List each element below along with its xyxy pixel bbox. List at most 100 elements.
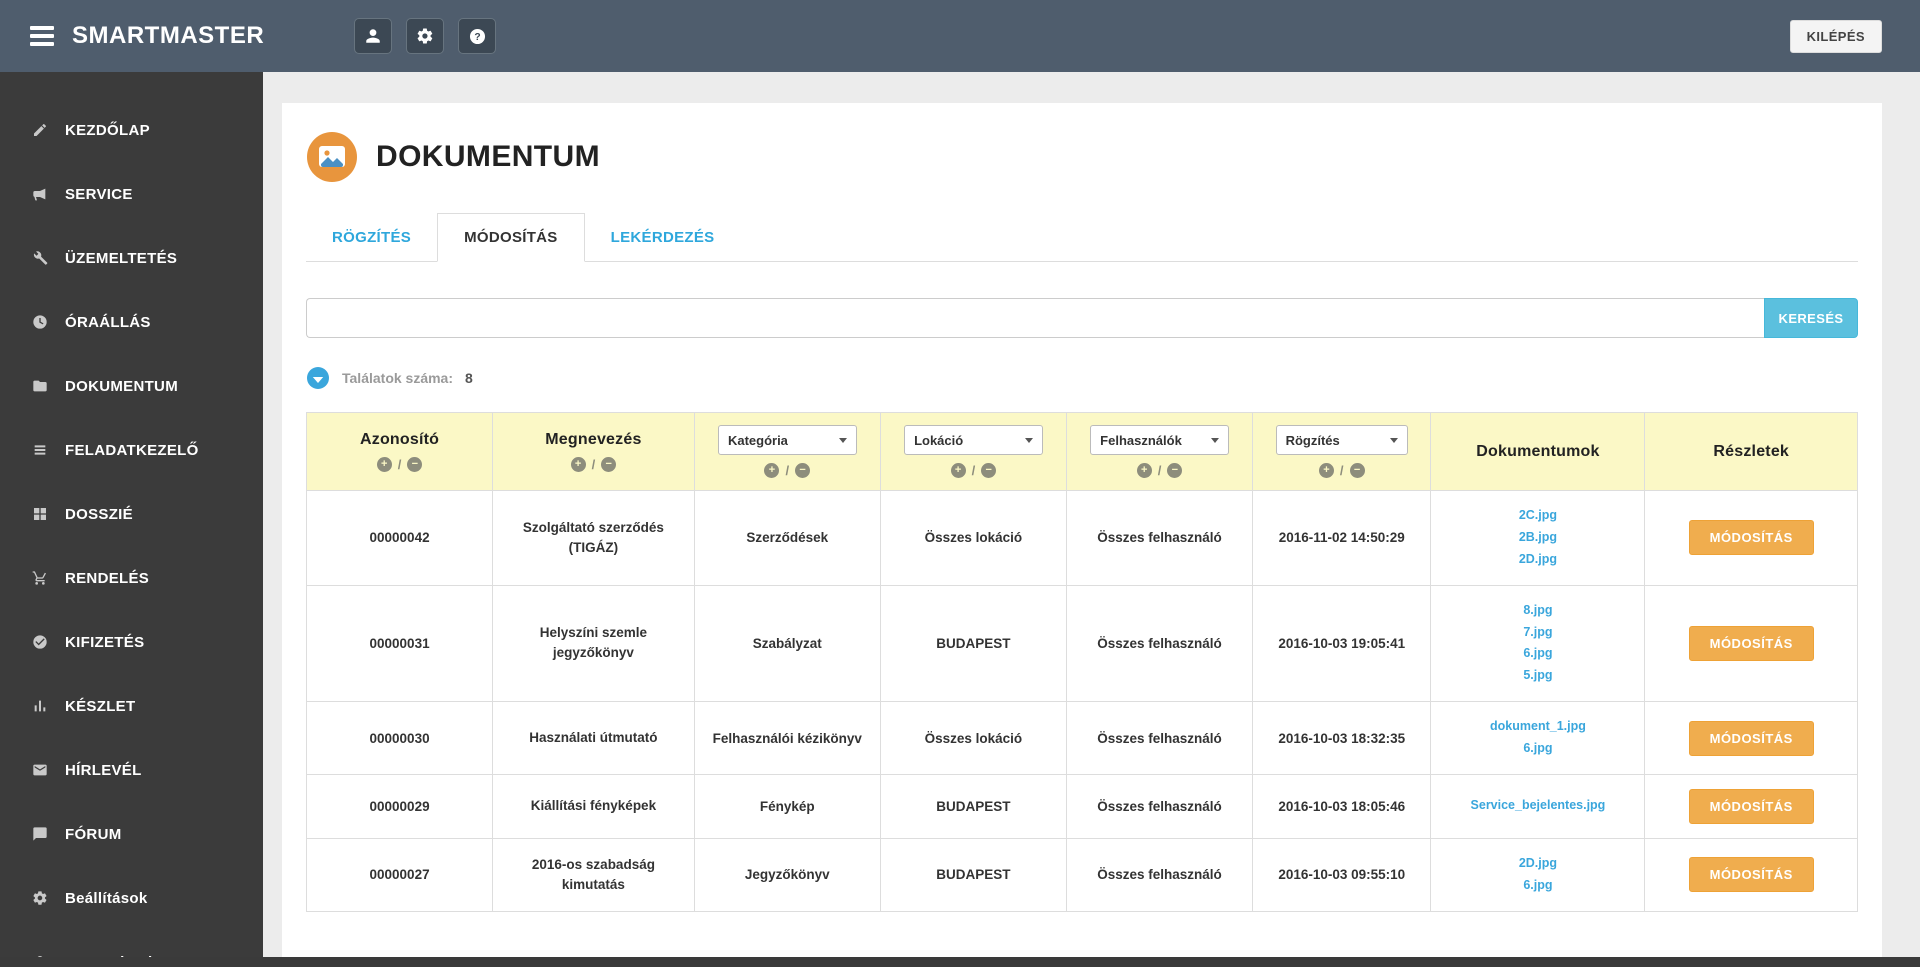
tab-lekerdezes[interactable]: LEKÉRDEZÉS bbox=[585, 213, 741, 261]
sort-separator: / bbox=[397, 457, 402, 472]
document-link[interactable]: 2B.jpg bbox=[1439, 527, 1636, 549]
circle-down-arrow-icon[interactable] bbox=[306, 366, 330, 390]
sort-plus-icon[interactable]: + bbox=[570, 457, 586, 472]
sidebar-item-dosszie[interactable]: DOSSZIÉ bbox=[0, 482, 263, 546]
sidebar-item-uzemeltetes[interactable]: ÜZEMELTETÉS bbox=[0, 226, 263, 290]
sort-separator: / bbox=[971, 463, 976, 478]
document-link[interactable]: dokument_1.jpg bbox=[1439, 716, 1636, 738]
search-button[interactable]: KERESÉS bbox=[1764, 298, 1858, 338]
sidebar-item-beallitasok[interactable]: Beállítások bbox=[0, 866, 263, 930]
row-recorded-cell: 2016-10-03 18:05:46 bbox=[1252, 773, 1432, 839]
sort-minus-icon[interactable]: − bbox=[407, 457, 423, 472]
user-button[interactable] bbox=[354, 18, 393, 54]
felhasznalok-filter-select[interactable]: Felhasználók bbox=[1090, 425, 1229, 455]
document-link[interactable]: 6.jpg bbox=[1439, 738, 1636, 760]
document-link[interactable]: 5.jpg bbox=[1439, 665, 1636, 687]
column-header-lokacio: Lokáció + / − bbox=[879, 412, 1067, 491]
row-location-cell: Összes lokáció bbox=[879, 701, 1067, 775]
document-link[interactable]: Service_bejelentes.jpg bbox=[1439, 795, 1636, 817]
sort-minus-icon[interactable]: − bbox=[981, 463, 997, 478]
row-users-cell: Összes felhasználó bbox=[1065, 584, 1254, 703]
sort-minus-icon[interactable]: − bbox=[601, 457, 617, 472]
settings-button[interactable] bbox=[406, 18, 445, 54]
sidebar-item-keszlet[interactable]: KÉSZLET bbox=[0, 674, 263, 738]
sidebar-item-kezdolap[interactable]: KEZDŐLAP bbox=[0, 98, 263, 162]
sort-plus-icon[interactable]: + bbox=[950, 463, 966, 478]
tab-modositas[interactable]: MÓDOSÍTÁS bbox=[437, 213, 585, 262]
main-content: DOKUMENTUM RÖGZÍTÉS MÓDOSÍTÁS LEKÉRDEZÉS… bbox=[263, 0, 1920, 967]
page-header: DOKUMENTUM bbox=[306, 131, 1858, 183]
tab-rogzites[interactable]: RÖGZÍTÉS bbox=[306, 213, 437, 261]
list-icon bbox=[30, 442, 50, 458]
modositas-button[interactable]: MÓDOSÍTÁS bbox=[1688, 720, 1814, 756]
column-header-dokumentumok: Dokumentumok bbox=[1430, 412, 1646, 491]
results-label: Találatok száma: bbox=[342, 370, 454, 386]
table-row: 00000027 2016-os szabadság kimutatás Jeg… bbox=[305, 837, 1858, 912]
hamburger-menu-icon[interactable] bbox=[30, 22, 54, 50]
sidebar-item-service[interactable]: SERVICE bbox=[0, 162, 263, 226]
sidebar-item-label: RENDELÉS bbox=[65, 569, 150, 587]
row-recorded-cell: 2016-10-03 19:05:41 bbox=[1252, 584, 1432, 703]
sidebar-item-oraallas[interactable]: ÓRAÁLLÁS bbox=[0, 290, 263, 354]
topbar: SMARTMASTER ? KILÉPÉS bbox=[0, 0, 1920, 72]
sidebar-item-label: ÜZEMELTETÉS bbox=[65, 249, 178, 267]
rogzites-filter-select[interactable]: Rögzítés bbox=[1275, 425, 1408, 455]
row-documents-cell: 2D.jpg 6.jpg bbox=[1430, 837, 1646, 912]
sort-minus-icon[interactable]: − bbox=[795, 463, 811, 478]
sort-separator: / bbox=[591, 457, 596, 472]
kategoria-filter-select[interactable]: Kategória bbox=[717, 425, 857, 455]
chevron-down-icon bbox=[838, 437, 847, 443]
sort-plus-icon[interactable]: + bbox=[1136, 463, 1152, 478]
document-link[interactable]: 6.jpg bbox=[1439, 875, 1636, 897]
chevron-down-icon bbox=[1024, 437, 1033, 443]
sidebar-item-dokumentum[interactable]: DOKUMENTUM bbox=[0, 354, 263, 418]
image-icon bbox=[306, 131, 358, 183]
sidebar-item-label: ÓRAÁLLÁS bbox=[65, 313, 151, 331]
lokacio-filter-select[interactable]: Lokáció bbox=[904, 425, 1043, 455]
sidebar-item-label: DOSSZIÉ bbox=[65, 505, 133, 523]
row-category-cell: Szerződések bbox=[693, 490, 881, 586]
pencil-icon bbox=[30, 122, 50, 138]
row-actions-cell: MÓDOSÍTÁS bbox=[1644, 837, 1858, 912]
document-link[interactable]: 8.jpg bbox=[1439, 600, 1636, 622]
row-actions-cell: MÓDOSÍTÁS bbox=[1644, 701, 1858, 775]
sidebar-item-label: HÍRLEVÉL bbox=[65, 761, 142, 779]
sort-plus-icon[interactable]: + bbox=[1318, 463, 1334, 478]
modositas-button[interactable]: MÓDOSÍTÁS bbox=[1688, 520, 1814, 556]
chevron-down-icon bbox=[1210, 437, 1219, 443]
document-link[interactable]: 2D.jpg bbox=[1439, 549, 1636, 571]
row-users-cell: Összes felhasználó bbox=[1065, 837, 1254, 912]
sidebar-item-label: FÓRUM bbox=[65, 825, 122, 843]
sort-minus-icon[interactable]: − bbox=[1349, 463, 1365, 478]
modositas-button[interactable]: MÓDOSÍTÁS bbox=[1688, 625, 1814, 661]
modositas-button[interactable]: MÓDOSÍTÁS bbox=[1688, 788, 1814, 824]
sort-minus-icon[interactable]: − bbox=[1167, 463, 1183, 478]
content-card: DOKUMENTUM RÖGZÍTÉS MÓDOSÍTÁS LEKÉRDEZÉS… bbox=[282, 103, 1882, 967]
search-input[interactable] bbox=[306, 298, 1764, 338]
sidebar-item-feladatkezelo[interactable]: FELADATKEZELŐ bbox=[0, 418, 263, 482]
sidebar-item-hirlevel[interactable]: HÍRLEVÉL bbox=[0, 738, 263, 802]
logout-button[interactable]: KILÉPÉS bbox=[1789, 19, 1882, 53]
sidebar-item-forum[interactable]: FÓRUM bbox=[0, 802, 263, 866]
modositas-button[interactable]: MÓDOSÍTÁS bbox=[1688, 857, 1814, 893]
chat-icon bbox=[30, 826, 50, 842]
column-header-rogzites: Rögzítés + / − bbox=[1252, 412, 1432, 491]
gear-icon bbox=[416, 27, 434, 45]
row-id-cell: 00000027 bbox=[305, 837, 494, 912]
sidebar-item-rendeles[interactable]: RENDELÉS bbox=[0, 546, 263, 610]
document-link[interactable]: 7.jpg bbox=[1439, 622, 1636, 644]
document-link[interactable]: 2C.jpg bbox=[1439, 505, 1636, 527]
sort-plus-icon[interactable]: + bbox=[764, 463, 780, 478]
sort-plus-icon[interactable]: + bbox=[376, 457, 392, 472]
row-id-cell: 00000031 bbox=[305, 584, 494, 703]
sidebar-item-kifizetes[interactable]: KIFIZETÉS bbox=[0, 610, 263, 674]
document-link[interactable]: 2D.jpg bbox=[1439, 853, 1636, 875]
row-users-cell: Összes felhasználó bbox=[1065, 773, 1254, 839]
help-button[interactable]: ? bbox=[458, 18, 497, 54]
results-summary: Találatok száma: 8 bbox=[306, 366, 1858, 390]
document-link[interactable]: 6.jpg bbox=[1439, 643, 1636, 665]
sort-separator: / bbox=[1157, 463, 1162, 478]
row-recorded-cell: 2016-11-02 14:50:29 bbox=[1252, 490, 1432, 586]
row-name-cell: Helyszíni szemle jegyzőkönyv bbox=[492, 584, 695, 703]
row-category-cell: Szabályzat bbox=[693, 584, 881, 703]
